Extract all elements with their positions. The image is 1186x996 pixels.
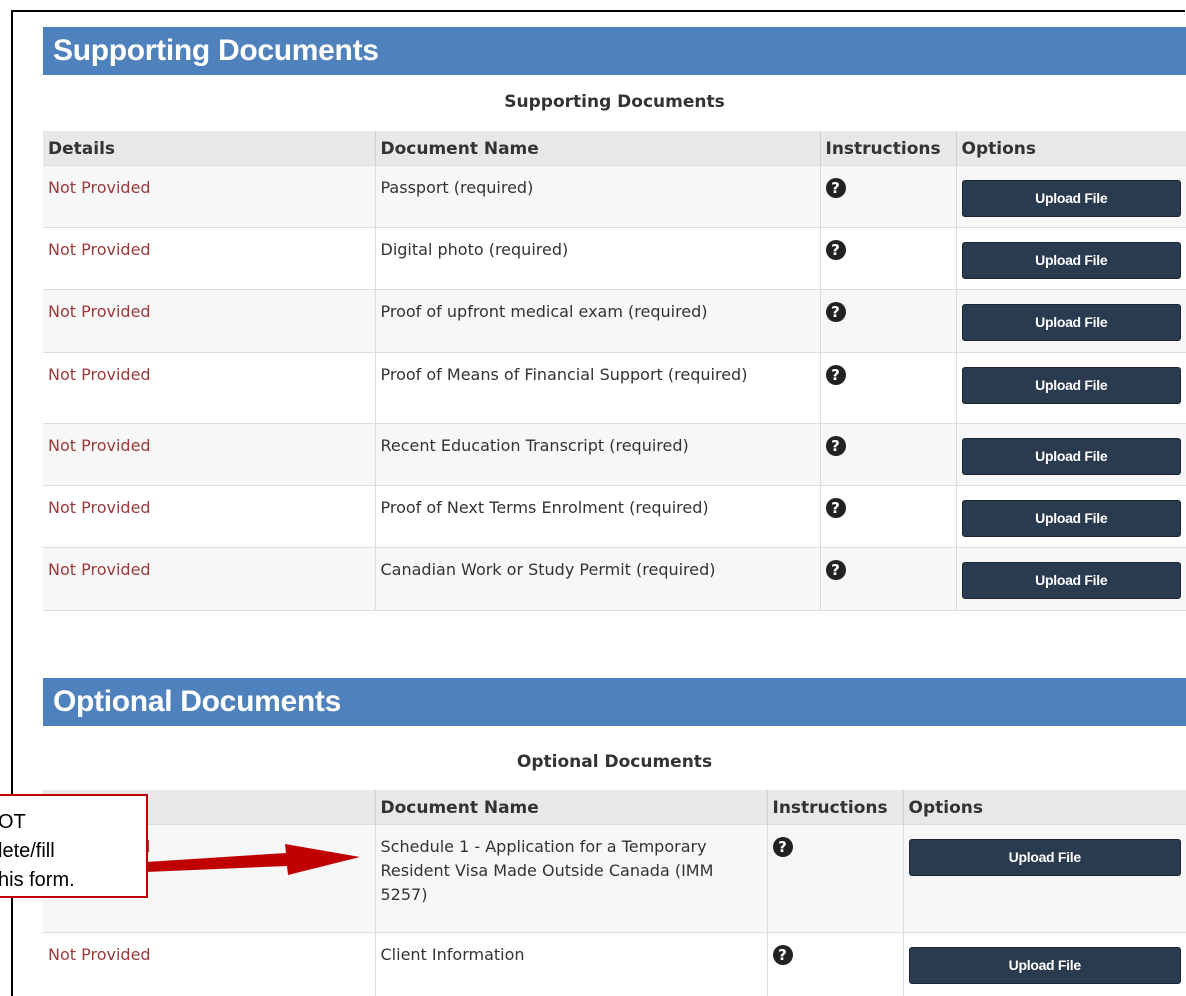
table-header-row: Details Document Name Instructions Optio…: [43, 790, 1186, 824]
optional-documents-header: Optional Documents: [43, 678, 1186, 726]
document-name: Proof of Means of Financial Support (req…: [375, 351, 821, 423]
table-row: Not Provided Passport (required) ? Uploa…: [43, 164, 1186, 227]
supporting-documents-header: Supporting Documents: [43, 27, 1186, 75]
table-row: Not Provided Client Information ? Upload…: [43, 931, 1186, 996]
table-header-row: Details Document Name Instructions Optio…: [43, 131, 1186, 165]
annotation-callout: OT lete/fill his form.: [0, 794, 148, 898]
question-circle-icon[interactable]: ?: [772, 836, 793, 857]
document-name: Client Information: [375, 931, 768, 996]
document-name: Schedule 1 - Application for a Temporary…: [375, 823, 768, 932]
upload-file-button[interactable]: Upload File: [961, 241, 1181, 279]
document-name: Digital photo (required): [375, 226, 821, 289]
document-status: Not Provided: [43, 931, 376, 996]
table-row: Not Provided Proof of Means of Financial…: [43, 351, 1186, 423]
upload-file-button[interactable]: Upload File: [961, 437, 1181, 475]
column-header-instructions: Instructions: [820, 131, 957, 165]
table-row: Not Provided Canadian Work or Study Perm…: [43, 546, 1186, 610]
optional-documents-caption: Optional Documents: [516, 752, 713, 772]
supporting-documents-caption: Supporting Documents: [504, 92, 725, 112]
document-status: Not Provided: [43, 422, 376, 485]
table-row: Not Provided Digital photo (required) ? …: [43, 226, 1186, 289]
upload-file-button[interactable]: Upload File: [961, 179, 1181, 217]
question-circle-icon[interactable]: ?: [825, 301, 846, 322]
upload-file-button[interactable]: Upload File: [961, 366, 1181, 404]
question-circle-icon[interactable]: ?: [825, 364, 846, 385]
table-row: Not Provided Proof of Next Terms Enrolme…: [43, 484, 1186, 547]
column-header-options: Options: [956, 131, 1186, 165]
document-status: Not Provided: [43, 484, 376, 547]
column-header-document-name: Document Name: [375, 790, 768, 824]
question-circle-icon[interactable]: ?: [825, 435, 846, 456]
upload-file-button[interactable]: Upload File: [908, 946, 1181, 984]
annotation-line: lete/fill: [0, 840, 55, 862]
annotation-arrow-icon: [146, 844, 360, 875]
question-circle-icon[interactable]: ?: [825, 177, 846, 198]
question-circle-icon[interactable]: ?: [772, 944, 793, 965]
table-row: Not Provided Proof of upfront medical ex…: [43, 288, 1186, 352]
column-header-document-name: Document Name: [375, 131, 821, 165]
annotation-line: OT: [0, 811, 26, 833]
column-header-instructions: Instructions: [767, 790, 904, 824]
upload-file-button[interactable]: Upload File: [961, 499, 1181, 537]
document-status: Not Provided: [43, 288, 376, 352]
document-name: Passport (required): [375, 164, 821, 227]
column-header-details: Details: [43, 131, 376, 165]
supporting-documents-table: Details Document Name Instructions Optio…: [43, 131, 1186, 611]
document-status: Not Provided: [43, 164, 376, 227]
optional-documents-table: Details Document Name Instructions Optio…: [43, 790, 1186, 996]
question-circle-icon[interactable]: ?: [825, 559, 846, 580]
question-circle-icon[interactable]: ?: [825, 239, 846, 260]
question-circle-icon[interactable]: ?: [825, 497, 846, 518]
document-name: Recent Education Transcript (required): [375, 422, 821, 485]
document-name: Proof of upfront medical exam (required): [375, 288, 821, 352]
upload-file-button[interactable]: Upload File: [961, 303, 1181, 341]
upload-file-button[interactable]: Upload File: [961, 561, 1181, 599]
document-name: Proof of Next Terms Enrolment (required): [375, 484, 821, 547]
document-name: Canadian Work or Study Permit (required): [375, 546, 821, 610]
document-status: Not Provided: [43, 351, 376, 423]
upload-file-button[interactable]: Upload File: [908, 838, 1181, 876]
table-row: Not Provided Recent Education Transcript…: [43, 422, 1186, 485]
document-status: Not Provided: [43, 546, 376, 610]
document-status: Not Provided: [43, 226, 376, 289]
column-header-options: Options: [903, 790, 1186, 824]
annotation-line: his form.: [0, 869, 75, 891]
